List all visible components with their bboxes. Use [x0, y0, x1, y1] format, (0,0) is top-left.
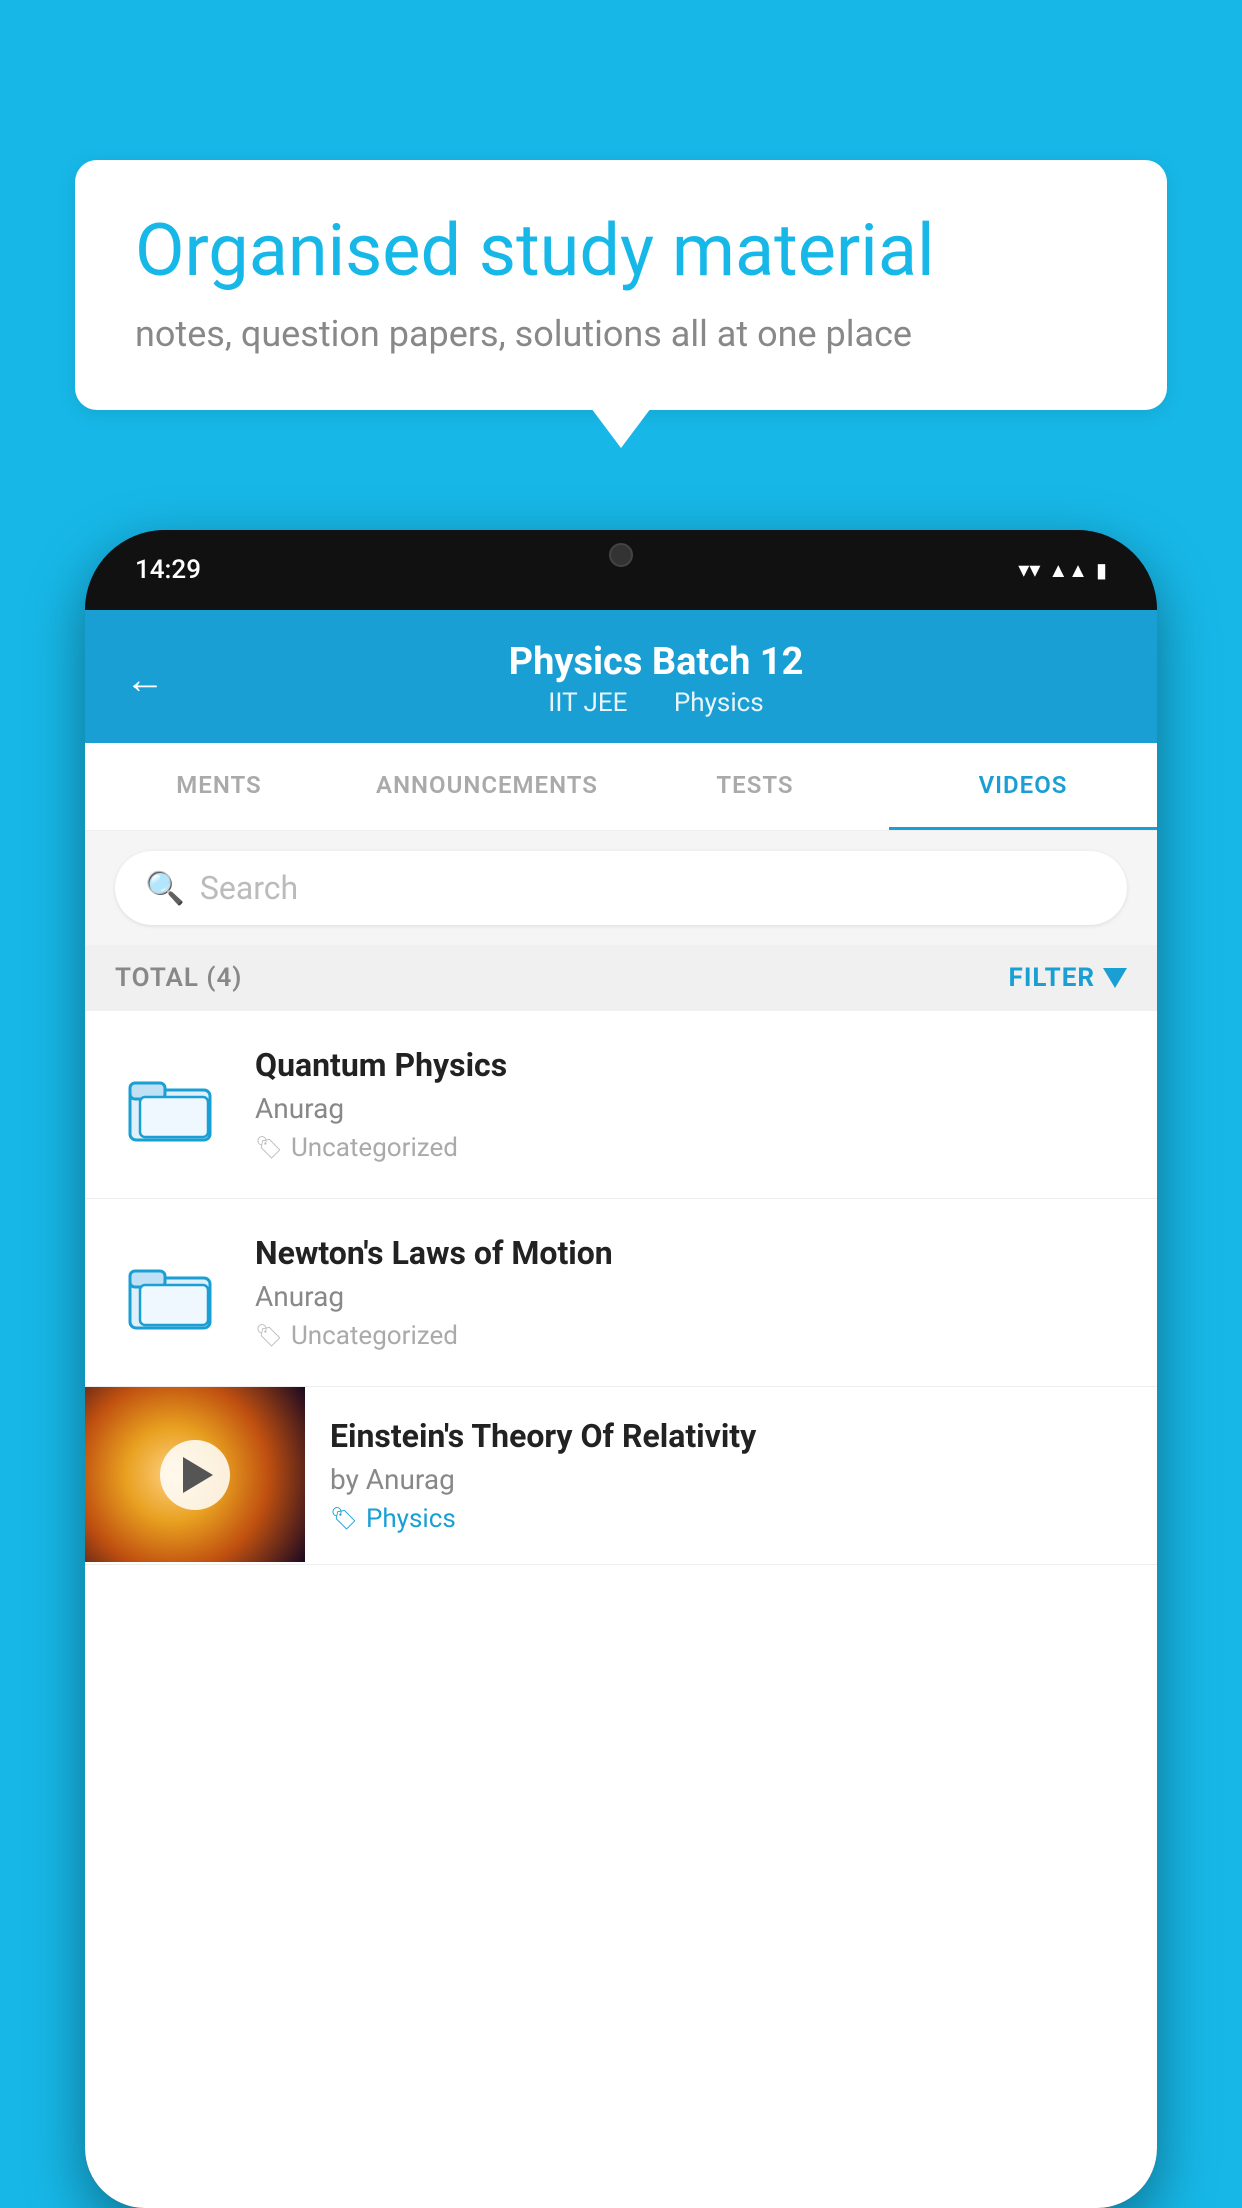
bubble-title: Organised study material	[135, 210, 1107, 293]
video-info: Newton's Laws of Motion Anurag 🏷 Uncateg…	[255, 1234, 1127, 1351]
play-button[interactable]	[160, 1440, 230, 1510]
video-tag: 🏷 Uncategorized	[255, 1321, 1127, 1351]
video-title: Einstein's Theory Of Relativity	[330, 1417, 1132, 1455]
filter-button[interactable]: FILTER	[1009, 963, 1127, 993]
video-tag: 🏷 Uncategorized	[255, 1133, 1127, 1163]
phone-notch	[521, 530, 721, 580]
tag-icon: 🏷	[255, 1324, 283, 1349]
battery-icon: ▮	[1096, 558, 1107, 582]
tag-icon: 🏷	[255, 1136, 283, 1161]
video-author: by Anurag	[330, 1463, 1132, 1496]
tag-label: Physics	[366, 1504, 456, 1534]
wifi-icon: ▾▾	[1018, 558, 1040, 583]
play-icon	[183, 1457, 213, 1493]
video-info: Quantum Physics Anurag 🏷 Uncategorized	[255, 1046, 1127, 1163]
video-title: Newton's Laws of Motion	[255, 1234, 1127, 1272]
tag-icon: 🏷	[330, 1507, 358, 1532]
speech-bubble: Organised study material notes, question…	[75, 160, 1167, 410]
header-tag2: Physics	[674, 688, 764, 718]
search-input-wrap[interactable]: 🔍 Search	[115, 851, 1127, 925]
tag-label: Uncategorized	[291, 1133, 458, 1163]
app-screen: ← Physics Batch 12 IIT JEE Physics MENTS…	[85, 610, 1157, 2208]
folder-icon	[125, 1253, 215, 1333]
list-item[interactable]: Newton's Laws of Motion Anurag 🏷 Uncateg…	[85, 1199, 1157, 1387]
video-title: Quantum Physics	[255, 1046, 1127, 1084]
header-title-block: Physics Batch 12 IIT JEE Physics	[195, 640, 1117, 718]
folder-icon-container	[115, 1050, 225, 1160]
status-time: 14:29	[135, 555, 201, 585]
list-item[interactable]: Quantum Physics Anurag 🏷 Uncategorized	[85, 1011, 1157, 1199]
phone-camera	[609, 543, 633, 567]
video-info: Einstein's Theory Of Relativity by Anura…	[305, 1387, 1157, 1564]
signal-icon: ▲▲	[1048, 558, 1088, 583]
status-bar: 14:29 ▾▾ ▲▲ ▮	[85, 530, 1157, 610]
tab-tests[interactable]: TESTS	[621, 743, 889, 830]
video-author: Anurag	[255, 1280, 1127, 1313]
video-thumbnail	[85, 1387, 305, 1562]
tab-ments[interactable]: MENTS	[85, 743, 353, 830]
header-subtitle: IIT JEE Physics	[195, 688, 1117, 718]
folder-icon-container	[115, 1238, 225, 1348]
back-button[interactable]: ←	[125, 656, 165, 703]
phone-frame: 14:29 ▾▾ ▲▲ ▮ ← Physics Batch 12 IIT JEE…	[85, 530, 1157, 2208]
tabs-bar: MENTS ANNOUNCEMENTS TESTS VIDEOS	[85, 743, 1157, 831]
video-tag: 🏷 Physics	[330, 1504, 1132, 1534]
filter-label: FILTER	[1009, 963, 1095, 993]
tab-videos[interactable]: VIDEOS	[889, 743, 1157, 830]
video-list: Quantum Physics Anurag 🏷 Uncategorized	[85, 1011, 1157, 1565]
list-item[interactable]: Einstein's Theory Of Relativity by Anura…	[85, 1387, 1157, 1565]
filter-row: TOTAL (4) FILTER	[85, 945, 1157, 1011]
tab-announcements[interactable]: ANNOUNCEMENTS	[353, 743, 621, 830]
search-container: 🔍 Search	[85, 831, 1157, 945]
header-tag1: IIT JEE	[548, 688, 627, 718]
total-count-label: TOTAL (4)	[115, 963, 242, 993]
bubble-subtitle: notes, question papers, solutions all at…	[135, 313, 1107, 355]
video-author: Anurag	[255, 1092, 1127, 1125]
search-icon: 🔍	[145, 869, 185, 907]
app-header: ← Physics Batch 12 IIT JEE Physics	[85, 610, 1157, 743]
folder-icon	[125, 1065, 215, 1145]
status-icons: ▾▾ ▲▲ ▮	[1018, 558, 1107, 583]
tag-label: Uncategorized	[291, 1321, 458, 1351]
filter-icon	[1103, 968, 1127, 988]
header-title: Physics Batch 12	[195, 640, 1117, 684]
search-placeholder-text: Search	[200, 869, 298, 907]
